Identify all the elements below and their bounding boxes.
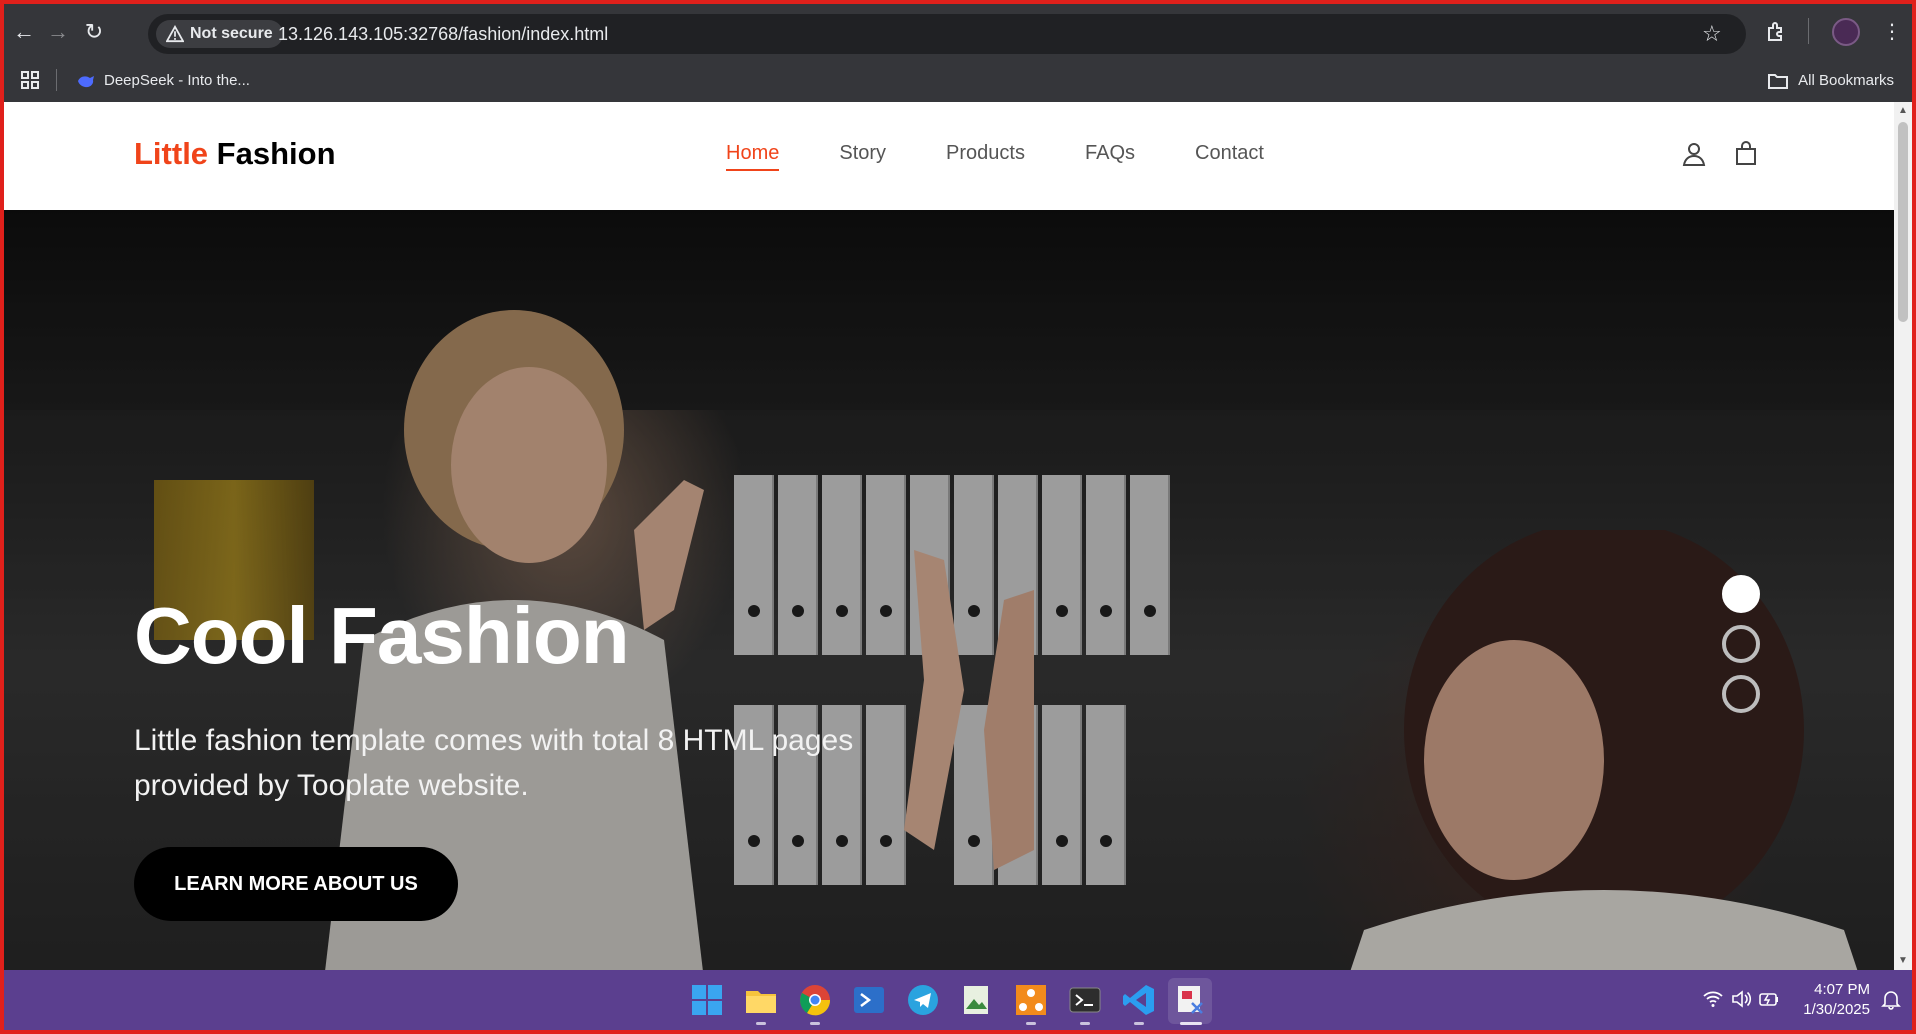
window-frame-right bbox=[1912, 60, 1916, 1034]
shopping-bag-icon[interactable] bbox=[1732, 140, 1760, 168]
main-nav: Home Story Products FAQs Contact bbox=[726, 142, 1324, 171]
git-running-indicator bbox=[1026, 1022, 1036, 1025]
nav-products[interactable]: Products bbox=[946, 142, 1025, 171]
window-frame-bottom bbox=[0, 1030, 1916, 1034]
bookmark-label: DeepSeek - Into the... bbox=[104, 72, 250, 89]
clock-date: 1/30/2025 bbox=[1803, 1001, 1870, 1018]
security-chip[interactable]: Not secure bbox=[156, 20, 283, 48]
user-icon[interactable] bbox=[1680, 140, 1708, 168]
taskbar: 4:07 PM 1/30/2025 bbox=[4, 970, 1912, 1030]
volume-icon[interactable] bbox=[1730, 988, 1752, 1010]
deepseek-icon bbox=[78, 76, 94, 88]
reload-icon[interactable]: ↻ bbox=[80, 18, 108, 46]
carousel-dot-2[interactable] bbox=[1722, 625, 1760, 663]
terminal-icon[interactable] bbox=[1068, 983, 1102, 1017]
brand-accent: Little bbox=[134, 136, 209, 171]
bookmark-star-icon[interactable]: ☆ bbox=[1702, 22, 1726, 46]
image-viewer-icon[interactable] bbox=[960, 983, 994, 1017]
wifi-icon[interactable] bbox=[1702, 988, 1724, 1010]
snipping-active-indicator bbox=[1180, 1022, 1202, 1025]
chrome-running-indicator bbox=[810, 1022, 820, 1025]
battery-icon[interactable] bbox=[1758, 988, 1780, 1010]
telegram-icon[interactable] bbox=[906, 983, 940, 1017]
address-bar[interactable]: Not secure 13.126.143.105:32768/fashion/… bbox=[148, 14, 1746, 54]
all-bookmarks-label: All Bookmarks bbox=[1798, 72, 1894, 89]
vscode-running-indicator bbox=[1134, 1022, 1144, 1025]
carousel-dot-1[interactable] bbox=[1722, 575, 1760, 613]
snipping-tool-icon[interactable] bbox=[1174, 983, 1208, 1017]
toolbar-divider bbox=[1808, 18, 1809, 44]
hero-title: Cool Fashion bbox=[134, 591, 630, 680]
profile-avatar[interactable] bbox=[1832, 18, 1860, 46]
more-menu-icon[interactable]: ⋮ bbox=[1878, 18, 1906, 46]
window-frame-left bbox=[0, 102, 4, 1034]
nav-contact[interactable]: Contact bbox=[1195, 142, 1264, 171]
nav-home[interactable]: Home bbox=[726, 142, 780, 171]
apps-grid-icon[interactable] bbox=[20, 70, 40, 90]
not-secure-label: Not secure bbox=[190, 25, 273, 42]
powershell-icon[interactable] bbox=[852, 983, 886, 1017]
browser-toolbar: ← → ↻ Not secure 13.126.143.105:32768/fa… bbox=[0, 0, 1916, 60]
brand-rest: Fashion bbox=[208, 136, 336, 171]
folder-icon bbox=[1768, 74, 1789, 89]
page-scrollbar[interactable]: ▲ ▼ bbox=[1894, 102, 1912, 970]
scroll-down-arrow-icon[interactable]: ▼ bbox=[1894, 952, 1912, 970]
explorer-running-indicator bbox=[756, 1022, 766, 1025]
vscode-icon[interactable] bbox=[1122, 983, 1156, 1017]
warning-icon bbox=[166, 25, 184, 43]
bookmark-deepseek[interactable]: DeepSeek - Into the... bbox=[76, 60, 250, 102]
site-header: Little Fashion Home Story Products FAQs … bbox=[4, 102, 1894, 210]
web-page: Little Fashion Home Story Products FAQs … bbox=[4, 102, 1894, 970]
notification-bell-icon[interactable] bbox=[1880, 988, 1902, 1010]
nav-faqs[interactable]: FAQs bbox=[1085, 142, 1135, 171]
hero-subtitle: Little fashion template comes with total… bbox=[134, 724, 854, 802]
file-explorer-icon[interactable] bbox=[744, 983, 778, 1017]
scroll-up-arrow-icon[interactable]: ▲ bbox=[1894, 102, 1912, 120]
forward-icon[interactable]: → bbox=[44, 18, 72, 46]
bookmarks-bar: DeepSeek - Into the... All Bookmarks bbox=[0, 60, 1916, 102]
carousel-dot-3[interactable] bbox=[1722, 675, 1760, 713]
bookmark-divider bbox=[56, 69, 57, 91]
git-tool-icon[interactable] bbox=[1014, 983, 1048, 1017]
extensions-icon[interactable] bbox=[1764, 20, 1788, 44]
terminal-running-indicator bbox=[1080, 1022, 1090, 1025]
clock-time: 4:07 PM bbox=[1814, 981, 1870, 998]
scroll-thumb[interactable] bbox=[1898, 122, 1908, 322]
chrome-icon[interactable] bbox=[798, 983, 832, 1017]
nav-story[interactable]: Story bbox=[839, 142, 886, 171]
site-logo[interactable]: Little Fashion bbox=[134, 136, 336, 172]
taskbar-clock[interactable]: 4:07 PM 1/30/2025 bbox=[1803, 980, 1870, 1020]
windows-start-icon[interactable] bbox=[690, 983, 724, 1017]
hero-banner: Cool Fashion Little fashion template com… bbox=[4, 210, 1894, 970]
url-text[interactable]: 13.126.143.105:32768/fashion/index.html bbox=[278, 14, 608, 54]
back-icon[interactable]: ← bbox=[10, 18, 38, 46]
all-bookmarks[interactable]: All Bookmarks bbox=[1768, 60, 1894, 102]
learn-more-button[interactable]: LEARN MORE ABOUT US bbox=[134, 847, 458, 921]
